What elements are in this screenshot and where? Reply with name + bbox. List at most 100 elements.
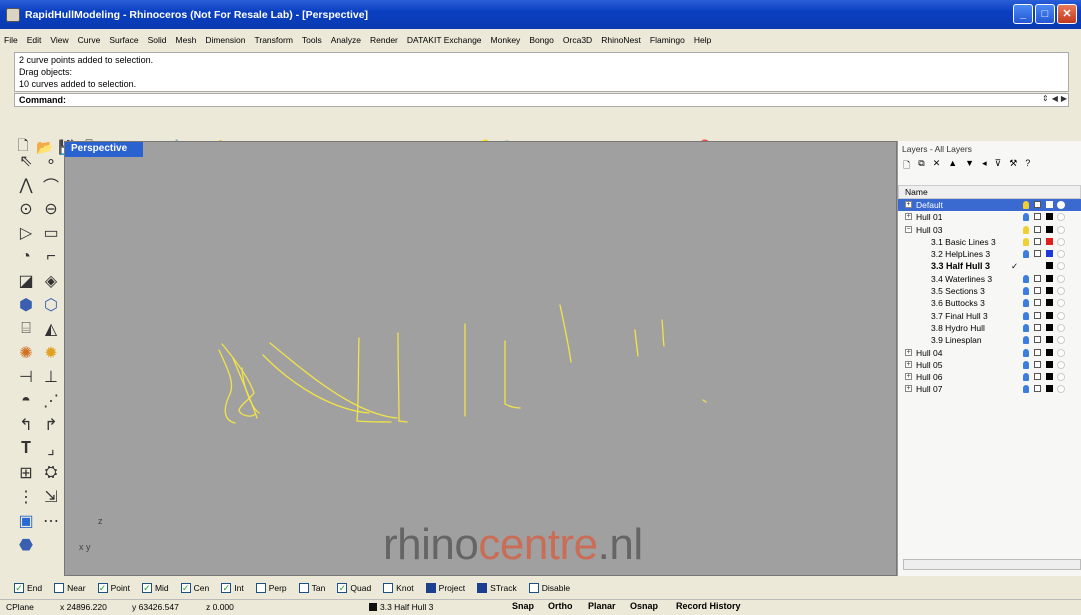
select-arrow-icon[interactable]: ⇖ [14,149,38,172]
menu-item-flamingo[interactable]: Flamingo [650,35,685,45]
layer-row[interactable]: 3.4 Waterlines 3 [898,273,1081,285]
visibility-bulb-icon[interactable] [1023,311,1029,320]
visibility-bulb-icon[interactable] [1023,237,1029,246]
osnap-tan[interactable]: Tan [298,583,325,593]
visibility-bulb-icon[interactable] [1023,201,1029,209]
hull-curve[interactable] [634,329,639,357]
tools-icon[interactable]: ⚒ [1009,158,1017,172]
ellipse-icon[interactable]: ⊖ [39,197,63,220]
arc-icon[interactable]: ◔ [14,245,38,268]
expand-toggle-icon[interactable]: + [905,213,912,221]
cplane-label[interactable]: CPlane [6,602,34,612]
layer-row[interactable]: + Default [898,199,1081,212]
expand-toggle-icon[interactable]: + [905,348,912,356]
transform-icon[interactable]: ⇲ [39,485,63,508]
visibility-bulb-icon[interactable] [1023,348,1029,357]
osnap-knot[interactable]: Knot [383,583,414,593]
extrude-icon[interactable]: ◭ [39,317,63,340]
material-circle-icon[interactable] [1057,373,1065,382]
layer-color-swatch[interactable] [1046,237,1053,245]
menu-item-bongo[interactable]: Bongo [529,35,554,45]
expand-toggle-icon[interactable]: + [905,373,912,381]
command-prev-icon[interactable]: ◀ [1052,94,1058,103]
layer-color-swatch[interactable] [1046,225,1053,233]
layer-color-swatch[interactable] [1046,262,1053,270]
split-icon[interactable]: ⊥ [39,365,63,388]
hull-curve[interactable] [221,343,256,417]
cylinder-icon[interactable]: ⌸ [14,317,38,340]
analyze-icon[interactable]: ⛭ [39,461,63,484]
material-circle-icon[interactable] [1057,250,1065,259]
layer-row[interactable]: 3.5 Sections 3 [898,285,1081,297]
osnap-project[interactable]: Project [425,583,465,593]
material-circle-icon[interactable] [1057,237,1065,246]
layer-color-swatch[interactable] [1046,311,1053,319]
layer-row[interactable]: 3.1 Basic Lines 3 [898,236,1081,248]
hull-curve[interactable] [559,304,572,363]
layer-color-swatch[interactable] [1046,348,1053,356]
layer-row[interactable]: + Hull 06 [898,371,1081,383]
menu-item-analyze[interactable]: Analyze [331,35,361,45]
layer-row[interactable]: − Hull 03 [898,224,1081,236]
layer-row[interactable]: 3.2 HelpLines 3 [898,248,1081,260]
layer-row[interactable]: 3.7 Final Hull 3 [898,310,1081,322]
osnap-int[interactable]: ✓ Int [221,583,244,593]
lock-toggle-icon[interactable] [1034,299,1041,307]
command-input[interactable]: Command: [14,93,1069,107]
delete-layer-icon[interactable]: ✕ [933,158,941,172]
hull-curve[interactable] [262,354,370,414]
lock-toggle-icon[interactable] [1034,213,1041,221]
menu-item-surface[interactable]: Surface [109,35,138,45]
osnap-point[interactable]: ✓ Point [97,583,130,593]
osnap-checkbox[interactable]: ✓ [14,583,24,593]
circle-icon[interactable]: ⊙ [14,197,38,220]
command-next-icon[interactable]: ▶ [1061,94,1067,103]
menu-item-mesh[interactable]: Mesh [176,35,197,45]
osnap-checkbox[interactable]: ✓ [221,583,232,593]
material-circle-icon[interactable] [1057,299,1065,308]
layer-row[interactable]: 3.8 Hydro Hull [898,322,1081,334]
osnap-strack[interactable]: STrack [477,583,517,593]
polyline-icon[interactable]: ⋀ [14,173,38,196]
layer-row[interactable]: 3.9 Linesplan [898,334,1081,346]
point-edit-icon[interactable]: ⋰ [39,389,63,412]
material-circle-icon[interactable] [1057,336,1065,345]
osnap-checkbox[interactable] [255,583,266,593]
hull-curve[interactable] [661,319,665,347]
lock-toggle-icon[interactable] [1034,323,1041,331]
layer-row[interactable]: 3.6 Buttocks 3 [898,297,1081,309]
join-icon[interactable]: ◓ [14,389,38,412]
expand-toggle-icon[interactable]: − [905,225,912,233]
menu-item-orca3d[interactable]: Orca3D [563,35,592,45]
fillet-icon[interactable]: ⌐ [39,245,63,268]
menu-item-tools[interactable]: Tools [302,35,322,45]
surface-icon[interactable]: ◪ [14,269,38,292]
dimension-icon[interactable]: ⌟ [39,437,63,460]
plane-icon[interactable]: ▣ [14,509,38,532]
new-layer-icon[interactable]: 🗋 [903,158,910,172]
close-button[interactable]: ✕ [1057,4,1077,24]
layer-color-swatch[interactable] [1046,213,1053,221]
loft-icon[interactable]: ◈ [39,269,63,292]
move-out-icon[interactable]: ◂ [982,158,987,172]
visibility-bulb-icon[interactable] [1023,274,1029,283]
menu-item-transform[interactable]: Transform [254,35,292,45]
material-circle-icon[interactable] [1057,287,1065,296]
layer-color-swatch[interactable] [1046,201,1053,208]
expand-toggle-icon[interactable]: + [905,201,912,208]
lock-toggle-icon[interactable] [1034,287,1041,295]
lock-toggle-icon[interactable] [1034,237,1041,245]
layer-color-swatch[interactable] [1046,299,1053,307]
lock-toggle-icon[interactable] [1034,274,1041,282]
layers-horizontal-scrollbar[interactable] [903,559,1081,570]
copy-object-icon[interactable]: ↱ [39,413,63,436]
menu-item-curve[interactable]: Curve [78,35,101,45]
menu-item-dimension[interactable]: Dimension [205,35,245,45]
material-circle-icon[interactable] [1057,360,1065,369]
menu-item-render[interactable]: Render [370,35,398,45]
material-circle-icon[interactable] [1057,225,1065,234]
perspective-viewport[interactable]: Perspective z x y rhinocentre.nl [64,141,897,576]
trim-icon[interactable]: ⊣ [14,365,38,388]
mesh-icon[interactable]: ✺ [14,341,38,364]
ortho-toggle[interactable]: Ortho [548,601,573,611]
